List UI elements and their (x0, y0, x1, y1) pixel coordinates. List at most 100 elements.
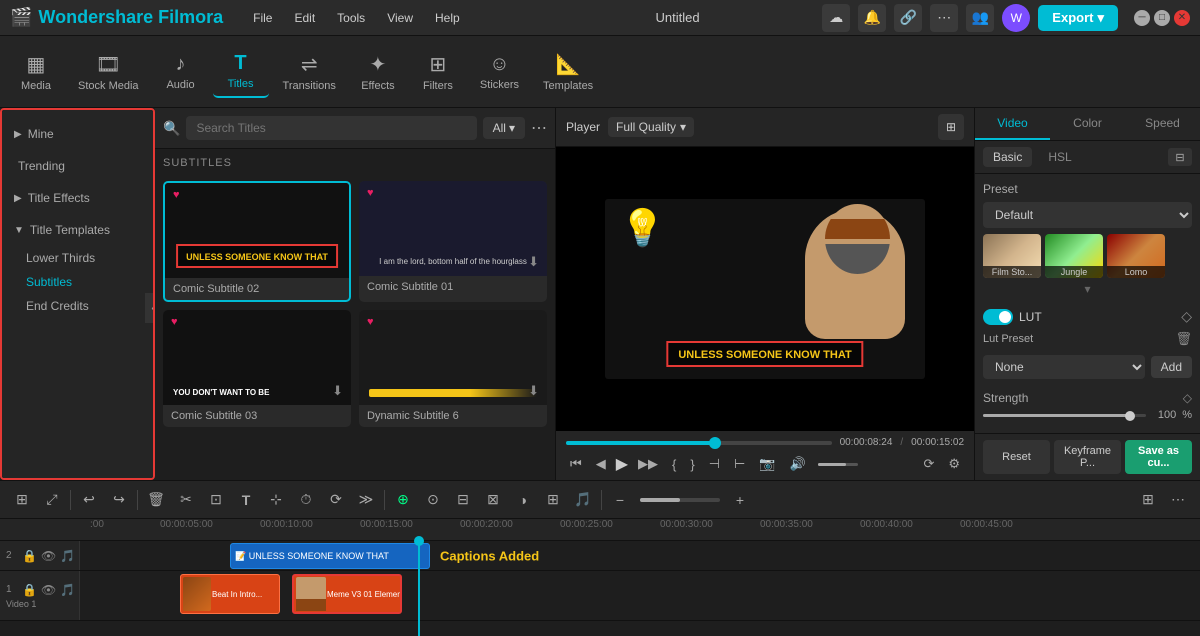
minimize-button[interactable]: ─ (1134, 10, 1150, 26)
forward-button[interactable]: ≫ (352, 486, 380, 514)
strength-diamond-icon[interactable]: ◇ (1183, 391, 1192, 405)
frame-fwd-button[interactable]: ▶▶ (634, 454, 662, 474)
sub-tab-basic[interactable]: Basic (983, 147, 1032, 167)
title-card-comic02[interactable]: ♥ UNLESS SOMEONE KNOW THAT Comic Subtitl… (163, 181, 351, 302)
reverse-button[interactable]: ⟳ (322, 486, 350, 514)
title-card-dynamic06[interactable]: ♥ ⬇ Dynamic Subtitle 6 (359, 310, 547, 427)
toolbar-effects[interactable]: ✦ Effects (350, 46, 406, 98)
search-input[interactable] (186, 116, 476, 140)
text-button[interactable]: T (232, 486, 260, 514)
menu-view[interactable]: View (377, 9, 423, 27)
download-icon-2[interactable]: ⬇ (332, 383, 343, 399)
track-1-lock-icon[interactable]: 🔒 (22, 583, 37, 597)
vocal-remove-button[interactable]: 🎵 (569, 486, 597, 514)
notification-icon[interactable]: 🔔 (858, 4, 886, 32)
filter-button[interactable]: All ▾ (483, 117, 525, 139)
progress-bar[interactable] (566, 441, 832, 445)
track-1-eye-icon[interactable]: 👁 (41, 583, 56, 597)
title-card-comic01[interactable]: ♥ I am the lord, bottom half of the hour… (359, 181, 547, 302)
sidebar-item-title-effects[interactable]: ▶ Title Effects (2, 186, 153, 210)
sidebar-item-mine[interactable]: ▶ Mine (2, 122, 153, 146)
menu-help[interactable]: Help (425, 9, 470, 27)
lut-delete-icon[interactable]: 🗑 (1175, 331, 1192, 347)
mark-out-button[interactable]: } (686, 455, 698, 474)
frame-back-button[interactable]: ◀ (592, 454, 610, 474)
track-1-audio-icon[interactable]: 🎵 (60, 583, 75, 597)
player-fullscreen-icon[interactable]: ⊞ (938, 114, 964, 140)
video-clip-2[interactable]: Meme V3 01 Element 2S (292, 574, 402, 614)
track-2-audio-icon[interactable]: 🎵 (60, 549, 75, 563)
ripple-edit-button[interactable]: ⤢ (38, 486, 66, 514)
multi-select-button[interactable]: ⊞ (8, 486, 36, 514)
sidebar-item-subtitles[interactable]: Subtitles (2, 270, 153, 294)
play-button[interactable]: ▶ (616, 454, 628, 474)
avatar[interactable]: W (1002, 4, 1030, 32)
strength-slider[interactable] (983, 414, 1146, 417)
toolbar-stickers[interactable]: ☺ Stickers (470, 47, 529, 97)
track-2-eye-icon[interactable]: 👁 (41, 549, 56, 563)
download-icon-3[interactable]: ⬇ (528, 383, 539, 399)
reset-button[interactable]: Reset (983, 440, 1050, 474)
menu-tools[interactable]: Tools (327, 9, 375, 27)
timeline-zoom-slider[interactable] (640, 498, 720, 502)
sidebar-item-lower-thirds[interactable]: Lower Thirds (2, 246, 153, 270)
transform-button[interactable]: ⊹ (262, 486, 290, 514)
playhead[interactable] (418, 541, 420, 636)
lut-diamond-icon[interactable]: ◇ (1181, 308, 1192, 325)
menu-edit[interactable]: Edit (284, 9, 325, 27)
link-icon[interactable]: 🔗 (894, 4, 922, 32)
preset-thumb-lomo[interactable]: Lomo (1107, 234, 1165, 278)
save-as-custom-button[interactable]: Save as cu... (1125, 440, 1192, 474)
undo-button[interactable]: ↩ (75, 486, 103, 514)
zoom-out-button[interactable]: − (606, 486, 634, 514)
sidebar-item-end-credits[interactable]: End Credits (2, 294, 153, 318)
more-timeline-button[interactable]: ⋯ (1164, 486, 1192, 514)
close-button[interactable]: ✕ (1174, 10, 1190, 26)
zoom-in-button[interactable]: + (726, 486, 754, 514)
preset-selector[interactable]: Default (983, 202, 1192, 228)
volume-slider[interactable] (818, 463, 858, 466)
preset-more-arrow[interactable]: ▾ (983, 282, 1192, 296)
track-2-lock-icon[interactable]: 🔒 (22, 549, 37, 563)
sub-tab-hsl[interactable]: HSL (1038, 147, 1081, 167)
maximize-button[interactable]: □ (1154, 10, 1170, 26)
toolbar-audio[interactable]: ♪ Audio (153, 47, 209, 97)
caption-clip[interactable]: 📝 UNLESS SOMEONE KNOW THAT (230, 543, 430, 569)
more-options-button[interactable]: ⋯ (531, 118, 547, 138)
cut-button[interactable]: ✂ (172, 486, 200, 514)
export-button[interactable]: Export ▾ (1038, 5, 1118, 31)
preset-thumb-jungle[interactable]: Jungle (1045, 234, 1103, 278)
crop-button[interactable]: ⊡ (202, 486, 230, 514)
redo-button[interactable]: ↪ (105, 486, 133, 514)
toolbar-templates[interactable]: 📐 Templates (533, 46, 603, 98)
snapshot-button[interactable]: 📷 (755, 454, 779, 474)
cloud-icon[interactable]: ☁ (822, 4, 850, 32)
panel-collapse-button[interactable]: ‹ (145, 293, 155, 323)
title-card-comic03[interactable]: ♥ YOU DON'T WANT TO BE ⬇ Comic Subtitle … (163, 310, 351, 427)
mark-in-button[interactable]: { (668, 455, 680, 474)
lut-preset-selector[interactable]: None (983, 355, 1145, 379)
clip-end-button[interactable]: ⊢ (730, 454, 749, 474)
toolbar-media[interactable]: ▦ Media (8, 46, 64, 98)
toolbar-titles[interactable]: T Titles (213, 46, 269, 98)
audio-denoise-button[interactable]: ⊟ (449, 486, 477, 514)
speed-button[interactable]: ⏱ (292, 486, 320, 514)
motion-track-button[interactable]: ⊞ (539, 486, 567, 514)
ai-caption-button[interactable]: ⊕ (389, 486, 417, 514)
share-icon[interactable]: ⋯ (930, 4, 958, 32)
compare-icon[interactable]: ⊟ (1168, 148, 1192, 166)
color-correct-button[interactable]: ◑ (509, 486, 537, 514)
keyframe-button[interactable]: Keyframe P... (1054, 440, 1121, 474)
toolbar-stock-media[interactable]: 🎞 Stock Media (68, 46, 149, 98)
toolbar-transitions[interactable]: ⇌ Transitions (273, 46, 346, 98)
preset-thumb-film[interactable]: Film Sto... (983, 234, 1041, 278)
download-icon[interactable]: ⬇ (528, 254, 539, 270)
quality-selector[interactable]: Full Quality ▾ (608, 117, 694, 137)
tab-speed[interactable]: Speed (1125, 108, 1200, 140)
stabilize-button[interactable]: ⊙ (419, 486, 447, 514)
clip-start-button[interactable]: ⊣ (705, 454, 724, 474)
delete-button[interactable]: 🗑 (142, 486, 170, 514)
settings-playback-button[interactable]: ⚙ (944, 454, 964, 474)
sidebar-item-title-templates[interactable]: ▼ Title Templates (2, 218, 153, 242)
tab-color[interactable]: Color (1050, 108, 1125, 140)
